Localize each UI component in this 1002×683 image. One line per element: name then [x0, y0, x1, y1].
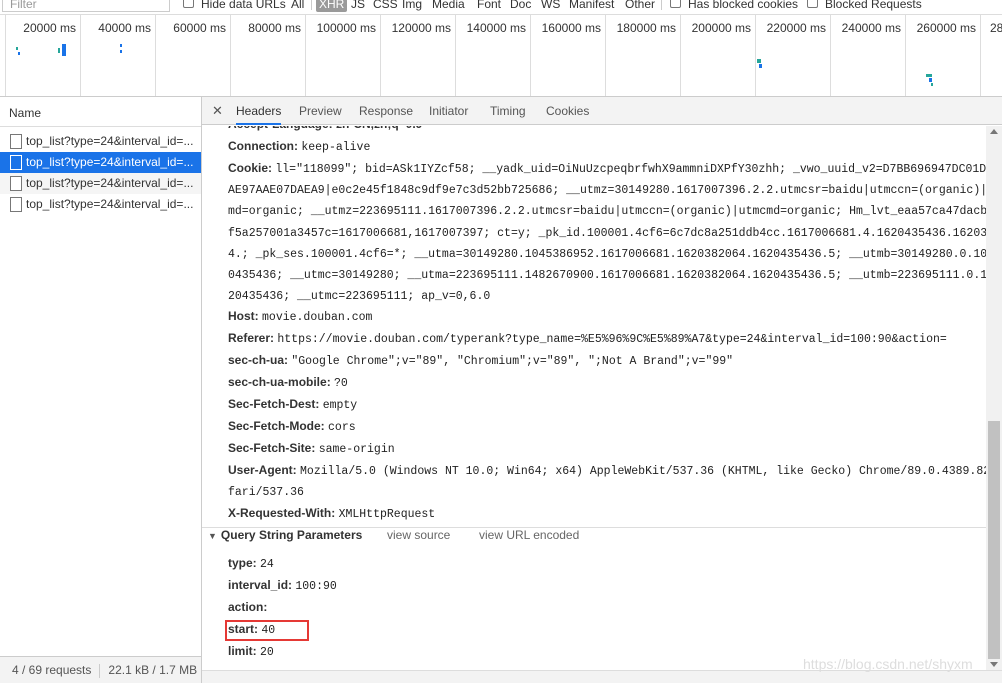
request-details-pane: ✕ Headers Preview Response Initiator Tim… — [202, 97, 1002, 683]
details-tab-bar: ✕ Headers Preview Response Initiator Tim… — [202, 97, 1002, 125]
query-param-action: action: — [228, 600, 268, 614]
header-user-agent: User-Agent: Mozilla/5.0 (Windows NT 10.0… — [228, 463, 986, 478]
header-accept-language: Accept-Language: zh-CN,zh;q=0.9 — [228, 126, 422, 135]
blocked-requests-checkbox[interactable] — [807, 0, 818, 8]
filter-input[interactable]: Filter — [2, 0, 170, 12]
type-filter-img[interactable]: Img — [402, 0, 422, 11]
query-string-section-toggle[interactable]: ▼ Query String Parameters — [208, 528, 362, 542]
name-column-header[interactable]: Name — [0, 97, 201, 127]
request-row-selected[interactable]: top_list?type=24&interval_id=... — [0, 152, 201, 173]
filter-bar: Filter Hide data URLs All XHR JS CSS Img… — [0, 0, 1002, 15]
hide-data-urls-label[interactable]: Hide data URLs — [201, 0, 286, 11]
header-sec-ch-ua-mobile: sec-ch-ua-mobile: ?0 — [228, 375, 348, 390]
timeline-tick: 40000 ms — [80, 15, 155, 96]
request-row[interactable]: top_list?type=24&interval_id=... — [0, 194, 201, 215]
scrollbar-thumb[interactable] — [988, 421, 1000, 659]
timeline-tick: 60000 ms — [155, 15, 230, 96]
type-filter-other[interactable]: Other — [625, 0, 655, 11]
document-icon — [10, 134, 22, 149]
header-connection: Connection: keep-alive — [228, 139, 371, 154]
transfer-size: 22.1 kB / 1.7 MB — [108, 663, 198, 677]
query-param-limit: limit: 20 — [228, 644, 274, 659]
type-separator — [311, 0, 312, 10]
timeline-request-mark — [757, 59, 761, 63]
type-filter-media[interactable]: Media — [432, 0, 465, 11]
type-filter-font[interactable]: Font — [477, 0, 501, 11]
timeline-request-mark — [18, 52, 20, 55]
timeline-tick: 20000 ms — [5, 15, 80, 96]
header-host: Host: movie.douban.com — [228, 309, 373, 324]
header-sec-ch-ua: sec-ch-ua: "Google Chrome";v="89", "Chro… — [228, 353, 734, 368]
tab-cookies[interactable]: Cookies — [546, 104, 589, 118]
timeline-request-mark — [929, 78, 932, 82]
type-filter-js[interactable]: JS — [351, 0, 365, 11]
watermark-text: https://blog.csdn.net/shyxm — [803, 656, 973, 672]
timeline-tick: 180000 ms — [605, 15, 680, 96]
timeline-request-mark — [62, 44, 66, 56]
timeline-tick: 28 — [980, 15, 1002, 96]
type-filter-xhr[interactable]: XHR — [316, 0, 348, 12]
hide-data-urls-checkbox[interactable] — [183, 0, 194, 8]
view-source-link[interactable]: view source — [387, 528, 450, 542]
highlight-box — [225, 620, 309, 641]
type-filter-ws[interactable]: WS — [541, 0, 560, 11]
document-icon — [10, 155, 22, 170]
timeline-overview[interactable]: 20000 ms 40000 ms 60000 ms 80000 ms 1000… — [0, 15, 1002, 97]
timeline-request-mark — [926, 74, 932, 77]
tab-headers[interactable]: Headers — [236, 104, 282, 125]
has-blocked-cookies-label[interactable]: Has blocked cookies — [688, 0, 798, 11]
header-cookie-line: md=organic; __utmz=223695111.1617007396.… — [228, 205, 986, 218]
timeline-tick: 160000 ms — [530, 15, 605, 96]
type-filter-doc[interactable]: Doc — [510, 0, 531, 11]
timeline-tick: 240000 ms — [830, 15, 905, 96]
type-filter-all[interactable]: All — [291, 0, 304, 11]
header-x-requested-with: X-Requested-With: XMLHttpRequest — [228, 506, 436, 521]
timeline-request-mark — [16, 47, 18, 50]
timeline-request-mark — [120, 44, 122, 47]
timeline-tick: 120000 ms — [380, 15, 455, 96]
timeline-tick: 100000 ms — [305, 15, 380, 96]
request-row[interactable]: top_list?type=24&interval_id=... — [0, 173, 201, 194]
timeline-request-mark — [58, 48, 60, 53]
tab-response[interactable]: Response — [359, 104, 413, 118]
tab-initiator[interactable]: Initiator — [429, 104, 468, 118]
document-icon — [10, 197, 22, 212]
filter-separator — [661, 0, 662, 10]
timeline-request-mark — [759, 64, 762, 68]
query-param-interval-id: interval_id: 100:90 — [228, 578, 337, 593]
query-param-type: type: 24 — [228, 556, 274, 571]
header-sec-fetch-dest: Sec-Fetch-Dest: empty — [228, 397, 358, 412]
scroll-up-arrow-icon[interactable] — [990, 129, 998, 134]
document-icon — [10, 176, 22, 191]
view-url-encoded-link[interactable]: view URL encoded — [479, 528, 579, 542]
header-referer: Referer: https://movie.douban.com/typera… — [228, 331, 947, 346]
request-list-pane: Name top_list?type=24&interval_id=... to… — [0, 97, 202, 683]
timeline-tick: 260000 ms — [905, 15, 980, 96]
header-user-agent-line: fari/537.36 — [228, 486, 304, 499]
type-filter-manifest[interactable]: Manifest — [569, 0, 614, 11]
timeline-request-mark — [931, 83, 933, 86]
timeline-request-mark — [120, 50, 122, 53]
close-icon[interactable]: ✕ — [212, 103, 223, 119]
vertical-scrollbar[interactable] — [986, 126, 1002, 670]
request-count: 4 / 69 requests — [12, 663, 92, 677]
header-sec-fetch-site: Sec-Fetch-Site: same-origin — [228, 441, 395, 456]
has-blocked-cookies-checkbox[interactable] — [670, 0, 681, 8]
type-filter-css[interactable]: CSS — [373, 0, 398, 11]
expand-triangle-icon: ▼ — [208, 531, 217, 541]
timeline-tick: 200000 ms — [680, 15, 755, 96]
timeline-tick: 220000 ms — [755, 15, 830, 96]
blocked-requests-label[interactable]: Blocked Requests — [825, 0, 922, 11]
tab-timing[interactable]: Timing — [490, 104, 526, 118]
tab-preview[interactable]: Preview — [299, 104, 342, 118]
timeline-tick: 140000 ms — [455, 15, 530, 96]
header-sec-fetch-mode: Sec-Fetch-Mode: cors — [228, 419, 356, 434]
timeline-tick: 80000 ms — [230, 15, 305, 96]
headers-content: Accept-Language: zh-CN,zh;q=0.9 Connecti… — [202, 126, 986, 670]
scroll-down-arrow-icon[interactable] — [990, 662, 998, 667]
request-row[interactable]: top_list?type=24&interval_id=... — [0, 131, 201, 152]
status-bar: 4 / 69 requests 22.1 kB / 1.7 MB — [0, 656, 201, 683]
